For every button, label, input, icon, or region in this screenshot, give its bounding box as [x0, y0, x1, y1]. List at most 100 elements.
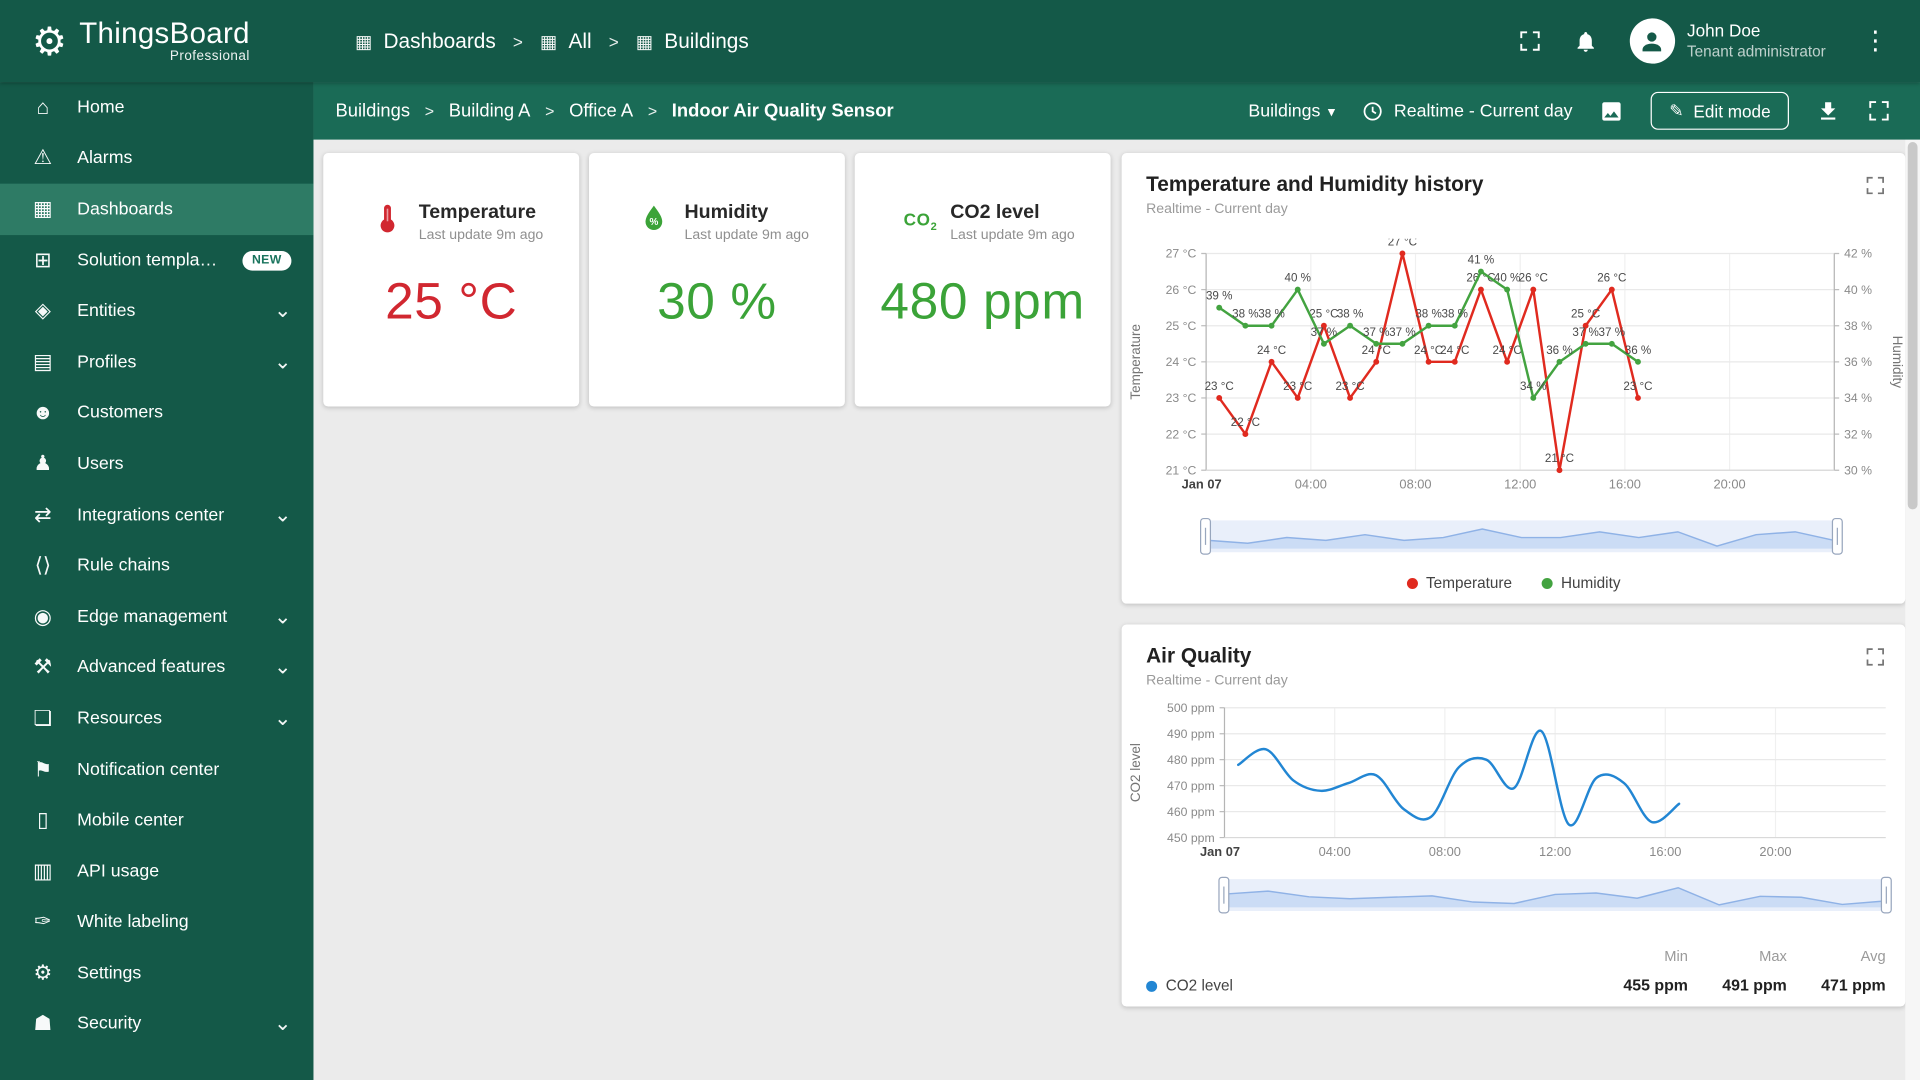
sidebar-item-label: White labeling [77, 912, 189, 933]
download-icon[interactable] [1816, 99, 1840, 123]
dashboard-canvas: Temperature Last update 9m ago 25 °C% Humid… [313, 139, 1920, 1080]
navigator-right-handle[interactable] [1880, 876, 1892, 914]
notifications-bell-icon[interactable] [1573, 29, 1597, 53]
legend-item-co2-level[interactable]: CO2 level [1146, 977, 1233, 994]
svg-text:36 %: 36 % [1625, 344, 1651, 357]
svg-text:39 %: 39 % [1206, 290, 1232, 303]
scrollbar-thumb[interactable] [1907, 142, 1918, 510]
sidebar-item-integrations-center[interactable]: ⇄ Integrations center ⌄ [0, 489, 313, 540]
temperature-humidity-chart[interactable]: 21 °C 22 °C 23 °C 24 °C 25 °C 26 °C 27 °C 30 % 3… [1122, 236, 1906, 502]
svg-text:08:00: 08:00 [1399, 477, 1431, 492]
security-icon: ☗ [33, 1012, 53, 1036]
users-icon: ♟ [33, 451, 53, 476]
scrollbar-track[interactable] [1905, 139, 1920, 1080]
sidebar-item-users[interactable]: ♟ Users [0, 439, 313, 490]
svg-text:25 °C: 25 °C [1571, 308, 1600, 321]
sidebar-item-edge-management[interactable]: ◉ Edge management ⌄ [0, 591, 313, 642]
expand-widget-icon[interactable] [1862, 173, 1888, 202]
time-window-button[interactable]: Realtime - Current day [1362, 100, 1573, 122]
sidebar-item-solution-templates[interactable]: ⊞ Solution templates NEW [0, 235, 313, 286]
sidebar-item-home[interactable]: ⌂ Home [0, 82, 313, 133]
svg-text:12:00: 12:00 [1504, 477, 1536, 492]
svg-text:24 °C: 24 °C [1414, 344, 1443, 357]
crumb-label: Dashboards [383, 28, 496, 53]
toolbar-actions: Buildings ▾ Realtime - Current day ✎ Edi… [1248, 91, 1920, 130]
entities-icon: ◈ [34, 298, 51, 323]
sidebar-item-profiles[interactable]: ▤ Profiles ⌄ [0, 337, 313, 388]
sidebar-item-advanced-features[interactable]: ⚒ Advanced features ⌄ [0, 642, 313, 693]
sidebar-item-entities[interactable]: ◈ Entities ⌄ [0, 286, 313, 337]
chart-range-navigator[interactable] [1218, 876, 1892, 914]
legend-item-temperature[interactable]: Temperature [1406, 574, 1512, 591]
sidebar-item-mobile-center[interactable]: ▯ Mobile center [0, 795, 313, 846]
sidebar-item-label: Edge management [77, 607, 228, 627]
card-title: Humidity [684, 202, 769, 223]
stat-avg: Avg 471 ppm [1821, 947, 1886, 995]
topbar-crumb-buildings[interactable]: ▦ Buildings [636, 29, 749, 53]
kebab-menu-icon[interactable]: ⋮ [1858, 28, 1894, 54]
sidebar-item-customers[interactable]: ☻ Customers [0, 388, 313, 439]
svg-text:500 ppm: 500 ppm [1167, 701, 1215, 715]
sidebar-item-label: Home [77, 97, 125, 118]
svg-text:37 %: 37 % [1311, 326, 1338, 339]
air-quality-chart[interactable]: 450 ppm 460 ppm 470 ppm 480 ppm 490 ppm 500 p… [1122, 696, 1906, 870]
profiles-icon: ▤ [33, 349, 53, 374]
legend-item-humidity[interactable]: Humidity [1541, 574, 1620, 591]
user-menu[interactable]: John Doe Tenant administrator [1629, 18, 1826, 64]
dashboard-image-icon[interactable] [1599, 99, 1623, 123]
avatar[interactable] [1629, 18, 1675, 64]
sidebar-item-dashboards[interactable]: ▦ Dashboards [0, 183, 314, 235]
svg-text:40 %: 40 % [1844, 283, 1872, 297]
fullscreen-icon[interactable] [1518, 29, 1541, 52]
stat-max: Max 491 ppm [1722, 947, 1787, 995]
co2-icon: CO2 [903, 209, 938, 233]
sidebar-item-settings[interactable]: ⚙ Settings [0, 948, 313, 999]
expand-widget-icon[interactable] [1862, 644, 1888, 673]
advanced-features-icon: ⚒ [33, 655, 53, 679]
svg-text:23 °C: 23 °C [1623, 380, 1652, 393]
card-title: Temperature [418, 202, 537, 223]
chart-range-navigator[interactable] [1200, 517, 1843, 555]
widget-title: Temperature and Humidity history [1146, 172, 1484, 196]
dashboard-crumb-building-a[interactable]: Building A [449, 100, 531, 121]
thingsboard-logo[interactable]: ⚙ ThingsBoard Professional [0, 18, 313, 64]
dashboard-crumb-office-a[interactable]: Office A [569, 100, 633, 121]
sidebar-item-security[interactable]: ☗ Security ⌄ [0, 999, 313, 1050]
svg-text:37 %: 37 % [1572, 326, 1598, 339]
widget-header: Temperature and Humidity history Realtim… [1122, 153, 1906, 217]
svg-text:22 °C: 22 °C [1166, 427, 1197, 441]
temperature-humidity-history-widget: Temperature and Humidity history Realtim… [1121, 153, 1906, 604]
toolbar-fullscreen-icon[interactable] [1867, 99, 1890, 122]
svg-text:26 °C: 26 °C [1519, 272, 1548, 285]
user-name: John Doe [1687, 21, 1761, 41]
svg-text:34 %: 34 % [1520, 380, 1546, 393]
navigator-right-handle[interactable] [1831, 517, 1843, 555]
svg-text:04:00: 04:00 [1319, 844, 1351, 859]
navigator-left-handle[interactable] [1200, 517, 1212, 555]
navigator-left-handle[interactable] [1218, 876, 1230, 914]
widget-subtitle: Realtime - Current day [1146, 673, 1288, 689]
card-header: % Humidity Last update 9m ago [589, 153, 845, 242]
thingsboard-logo-icon: ⚙ [31, 18, 67, 64]
dashboard-crumb-buildings[interactable]: Buildings [336, 100, 411, 121]
sidebar-item-resources[interactable]: ❏ Resources ⌄ [0, 693, 313, 744]
edit-mode-button[interactable]: ✎ Edit mode [1650, 91, 1789, 130]
svg-text:38 %: 38 % [1442, 308, 1468, 321]
sidebar-item-label: Mobile center [77, 810, 184, 831]
sidebar-item-white-labeling[interactable]: ✑ White labeling [0, 897, 313, 948]
dashboard-state-label: Buildings [1248, 101, 1321, 121]
solution-templates-icon: ⊞ [34, 248, 52, 272]
svg-text:38 %: 38 % [1258, 308, 1285, 321]
sidebar-item-rule-chains[interactable]: ⟨⟩ Rule chains [0, 540, 313, 591]
sidebar-item-notification-center[interactable]: ⚑ Notification center [0, 744, 313, 795]
svg-text:CO2 level: CO2 level [1128, 743, 1143, 802]
breadcrumb-separator: > [512, 31, 523, 51]
topbar-crumb-all[interactable]: ▦ All [540, 29, 592, 53]
topbar-crumb-dashboards[interactable]: ▦ Dashboards [355, 29, 496, 53]
sidebar-item-api-usage[interactable]: ▥ API usage [0, 846, 313, 897]
widget-subtitle: Realtime - Current day [1146, 202, 1288, 217]
legend-dot [1146, 980, 1158, 992]
dashboard-state-select[interactable]: Buildings ▾ [1248, 101, 1335, 121]
sidebar-item-alarms[interactable]: ⚠ Alarms [0, 133, 313, 184]
sidebar-item-label: Resources [77, 708, 163, 729]
